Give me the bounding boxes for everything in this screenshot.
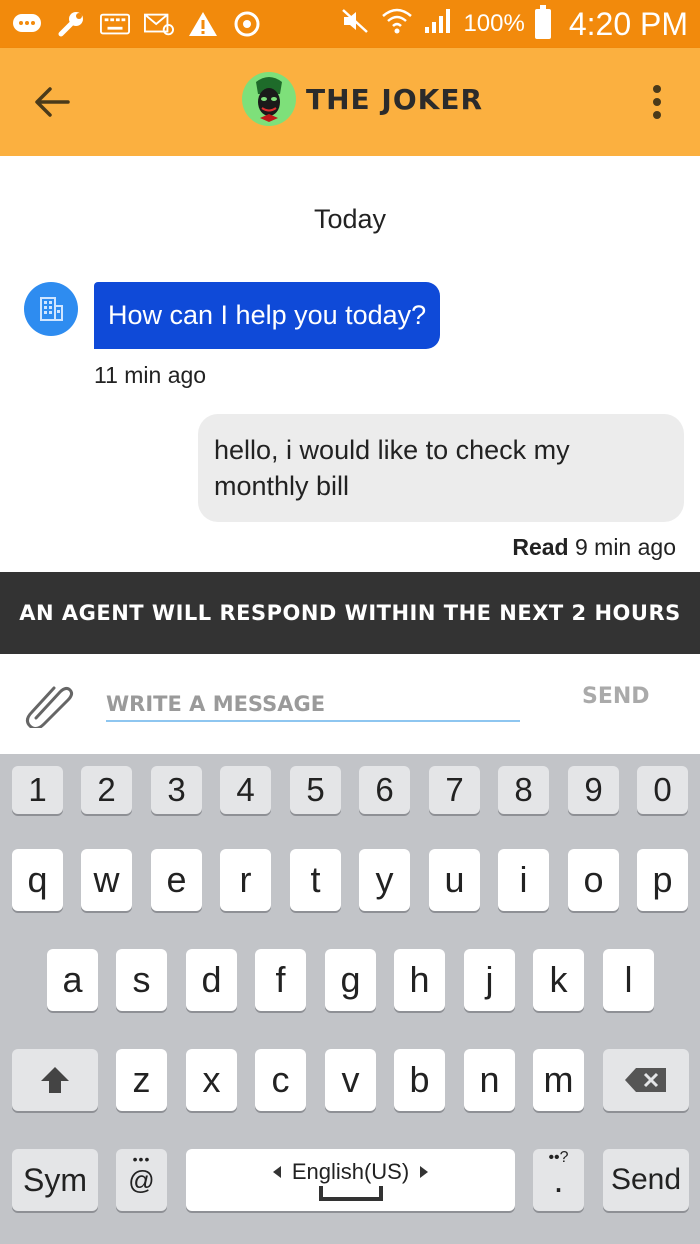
outgoing-message-bubble[interactable]: hello, i would like to check my monthly … [198,414,684,522]
key-o[interactable]: o [568,849,619,911]
key-6[interactable]: 6 [359,766,410,814]
key-h[interactable]: h [394,949,445,1011]
warning-icon [188,11,218,37]
soft-keyboard: 1 2 3 4 5 6 7 8 9 0 q w e r t y u i o p … [0,754,700,1244]
key-b[interactable]: b [394,1049,445,1111]
key-z[interactable]: z [116,1049,167,1111]
key-3[interactable]: 3 [151,766,202,814]
app-title: THE JOKER [306,82,484,116]
joker-avatar-icon [242,72,296,126]
chat-bubble-icon [12,11,42,37]
key-9[interactable]: 9 [568,766,619,814]
punctuation-hint-icon: ••? [548,1149,569,1166]
battery-percent: 100% [463,10,525,37]
date-separator: Today [313,204,387,234]
key-i[interactable]: i [498,849,549,911]
shift-arrow-icon [41,1067,69,1093]
wrench-icon [56,11,86,37]
missed-email-icon [144,11,174,37]
spacebar-icon [318,1186,383,1201]
key-g[interactable]: g [325,949,376,1011]
period-key[interactable]: ••? . [533,1149,584,1211]
key-k[interactable]: k [533,949,584,1011]
incoming-message-bubble[interactable]: How can I help you today? [94,282,441,349]
agent-response-banner: AN AGENT WILL RESPOND WITHIN THE NEXT 2 … [0,572,700,654]
backspace-key[interactable] [603,1049,689,1111]
arrow-back-icon [35,87,70,117]
paperclip-icon [25,686,74,731]
key-l[interactable]: l [603,949,654,1011]
key-f[interactable]: f [255,949,306,1011]
at-key[interactable]: ••• @ [116,1149,167,1211]
overflow-menu-button[interactable] [642,82,672,122]
sym-key[interactable]: Sym [12,1149,98,1211]
space-key[interactable]: English(US) [186,1149,515,1211]
backspace-icon [625,1068,666,1092]
key-y[interactable]: y [359,849,410,911]
key-0[interactable]: 0 [637,766,688,814]
incoming-message-timestamp: 11 min ago [94,362,207,388]
battery-icon [534,5,551,39]
message-composer: SEND [0,654,700,754]
outgoing-message-timestamp: 9 min ago [574,534,676,560]
notification-icons [12,11,262,37]
keyboard-send-key[interactable]: Send [603,1149,689,1211]
key-w[interactable]: w [81,849,132,911]
keyboard-icon [100,11,130,37]
language-label: English(US) [291,1159,410,1184]
key-r[interactable]: r [220,849,271,911]
key-v[interactable]: v [325,1049,376,1111]
key-s[interactable]: s [116,949,167,1011]
key-n[interactable]: n [464,1049,515,1111]
message-input[interactable] [106,684,520,722]
chat-title: THE JOKER [242,72,483,126]
key-t[interactable]: t [290,849,341,911]
key-2[interactable]: 2 [81,766,132,814]
read-label: Read [512,534,569,560]
caret-right-icon [419,1159,429,1185]
app-bar: THE JOKER [0,48,700,156]
shift-key[interactable] [12,1049,98,1111]
at-key-label: @ [128,1164,155,1195]
send-button[interactable]: SEND [582,684,650,709]
system-status: 100% 4:20 PM [341,5,688,43]
key-u[interactable]: u [429,849,480,911]
key-x[interactable]: x [186,1049,237,1111]
status-bar: 100% 4:20 PM [0,0,700,48]
key-q[interactable]: q [12,849,63,911]
key-c[interactable]: c [255,1049,306,1111]
back-button[interactable] [30,82,74,122]
more-vert-icon [653,85,661,93]
more-dots-icon: ••• [132,1151,151,1167]
attach-button[interactable] [22,678,78,731]
key-5[interactable]: 5 [290,766,341,814]
agent-avatar [24,282,78,336]
key-4[interactable]: 4 [220,766,271,814]
key-p[interactable]: p [637,849,688,911]
key-m[interactable]: m [533,1049,584,1111]
key-8[interactable]: 8 [498,766,549,814]
message-list[interactable]: Today How can I help you today? 11 min a… [0,156,700,572]
language-selector: English(US) [272,1159,429,1185]
key-e[interactable]: e [151,849,202,911]
signal-icon [423,7,453,42]
sync-icon [232,11,262,37]
read-receipt: Read 9 min ago [512,534,676,561]
caret-left-icon [272,1159,282,1185]
key-1[interactable]: 1 [12,766,63,814]
key-j[interactable]: j [464,949,515,1011]
wifi-icon [381,7,413,42]
key-d[interactable]: d [186,949,237,1011]
building-icon [40,297,63,321]
key-a[interactable]: a [47,949,98,1011]
key-7[interactable]: 7 [429,766,480,814]
clock: 4:20 PM [568,5,688,42]
mute-icon [341,8,371,41]
